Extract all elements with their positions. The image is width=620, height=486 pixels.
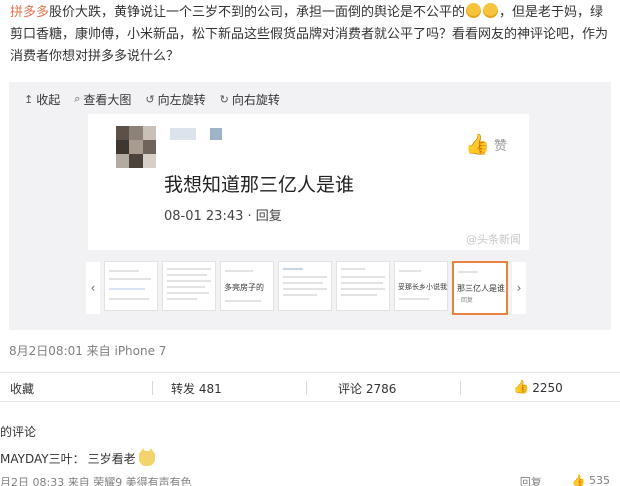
- thumbs-up-icon: 👍: [513, 380, 530, 395]
- thumbnail-caption: 那三亿人是谁: [457, 283, 505, 293]
- image-like: 👍 赞: [465, 132, 507, 156]
- image-comment-text: 我想知道那三亿人是谁: [164, 174, 355, 196]
- blurred-badge: [210, 128, 222, 140]
- thumbnail[interactable]: [104, 260, 158, 311]
- comment-meta: 月2日 08:33 来自 荣耀9 美得有声有色: [0, 476, 192, 486]
- rotate-right-button[interactable]: ↻ 向右旋转: [220, 90, 280, 108]
- comment-like-count: 535: [589, 474, 610, 486]
- media-toolbar: ↥ 收起 ⌕ 查看大图 ↺ 向左旋转 ↻ 向右旋转: [24, 90, 280, 108]
- post-text-part1: 股价大跌，黄铮说让一个三岁不到的公司，承担一面倒的舆论是不公平的: [49, 5, 466, 20]
- thumbnail[interactable]: 妥那长乡小说我: [394, 260, 448, 311]
- thumbnail[interactable]: [278, 260, 332, 311]
- thumbnail-strip: ‹ 多亮房子的 妥那长乡小说我 那三亿人是谁 · 回复 ›: [86, 260, 539, 315]
- like-button[interactable]: 👍 2250: [513, 380, 563, 395]
- comment-button[interactable]: 评论 2786: [338, 380, 396, 397]
- blurred-avatar: [116, 126, 156, 168]
- thumbnail[interactable]: [162, 260, 216, 311]
- image-like-label: 赞: [493, 138, 507, 154]
- collapse-label: 收起: [36, 92, 61, 107]
- comment-actions: 回复 👍 535: [520, 474, 610, 486]
- divider: [460, 381, 461, 395]
- collapse-button[interactable]: ↥ 收起: [24, 90, 60, 108]
- view-large-button[interactable]: ⌕ 查看大图: [74, 90, 131, 108]
- reply-button[interactable]: 回复: [520, 474, 542, 486]
- thumbs-up-icon: 👍: [465, 132, 490, 156]
- thumbnail-caption: 妥那长乡小说我: [398, 282, 447, 291]
- main-image[interactable]: 👍 赞 我想知道那三亿人是谁 08-01 23:43 · 回复 @头条新闻: [88, 114, 529, 250]
- rotate-right-icon: ↻: [219, 92, 229, 106]
- rotate-left-button[interactable]: ↺ 向左旋转: [145, 90, 205, 108]
- comments-title: 的评论: [0, 425, 37, 439]
- blurred-username: [170, 128, 196, 140]
- image-watermark: @头条新闻: [466, 233, 521, 246]
- thumbs-up-icon: 👍: [571, 474, 586, 486]
- image-comment-time: 08-01 23:43 · 回复: [164, 209, 282, 224]
- thumbnail[interactable]: 多亮房子的: [220, 260, 274, 311]
- rotate-left-label: 向左旋转: [157, 92, 206, 107]
- rotate-right-label: 向右旋转: [231, 92, 280, 107]
- media-viewer: ↥ 收起 ⌕ 查看大图 ↺ 向左旋转 ↻ 向右旋转 👍 赞 我想知道那三亿人是谁 08-0…: [9, 82, 611, 330]
- search-icon: ⌕: [74, 92, 81, 105]
- action-bar: 收藏 转发 481 评论 2786 👍 2250: [0, 372, 620, 402]
- post-meta: 8月2日08:01 来自 iPhone 7: [9, 344, 167, 358]
- sweat-smile-emoji-icon: [466, 3, 482, 18]
- thumbnail[interactable]: [336, 260, 390, 311]
- thumbnail-subcaption: · 回复: [457, 296, 473, 304]
- like-count: 2250: [532, 380, 563, 395]
- post-text: 拼多多股价大跌，黄铮说让一个三岁不到的公司，承担一面倒的舆论是不公平的 ，但是老于…: [10, 2, 614, 68]
- thumbnail-caption: 多亮房子的: [224, 282, 264, 292]
- rotate-left-icon: ↺: [145, 92, 155, 106]
- cat-emoji-icon: [138, 448, 155, 466]
- thumbnail-active[interactable]: 那三亿人是谁 · 回复: [452, 260, 508, 315]
- comment-text: 三岁看老: [87, 452, 136, 466]
- hashtag-link[interactable]: 拼多多: [10, 5, 49, 20]
- collapse-icon: ↥: [24, 92, 34, 106]
- comment-username[interactable]: MAYDAY三叶：: [0, 450, 85, 467]
- comment-like-button[interactable]: 👍 535: [572, 474, 610, 486]
- view-large-label: 查看大图: [83, 92, 132, 107]
- collect-button[interactable]: 收藏: [10, 380, 34, 397]
- sweat-smile-emoji-icon: [483, 3, 499, 18]
- prev-arrow-icon[interactable]: ‹: [86, 261, 100, 314]
- repost-button[interactable]: 转发 481: [171, 380, 222, 397]
- next-arrow-icon[interactable]: ›: [512, 261, 526, 314]
- divider: [306, 381, 307, 395]
- comment-item: MAYDAY三叶： 三岁看老: [0, 448, 155, 467]
- divider: [152, 381, 153, 395]
